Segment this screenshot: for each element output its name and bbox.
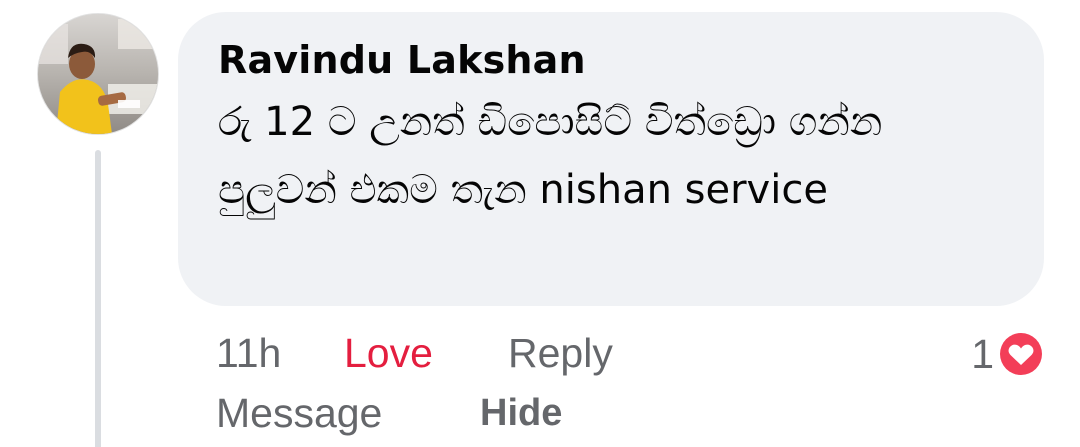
- avatar-photo: [38, 14, 158, 134]
- reaction-count: 1: [971, 330, 994, 377]
- love-button[interactable]: Love: [344, 326, 433, 380]
- avatar[interactable]: [38, 14, 158, 134]
- hide-button[interactable]: Hide: [480, 386, 562, 440]
- comment-actions: 11h Love Reply 1: [216, 326, 1046, 386]
- message-button[interactable]: Message: [216, 386, 382, 440]
- reaction-summary[interactable]: 1: [971, 328, 1046, 380]
- thread-line: [95, 150, 101, 447]
- comment-bubble: Ravindu Lakshan රු 12 ට උනත් ඩිපොසිට් වි…: [178, 12, 1044, 306]
- love-heart-icon: [997, 330, 1045, 378]
- comment-actions-secondary: Message Hide: [216, 386, 816, 442]
- comment-author[interactable]: Ravindu Lakshan: [218, 34, 1006, 86]
- comment-text: රු 12 ට උනත් ඩිපොසිට් විත්ඩ්‍රො ගන්න පුල…: [218, 99, 883, 213]
- reply-button[interactable]: Reply: [508, 326, 613, 380]
- comment-timestamp[interactable]: 11h: [216, 326, 281, 380]
- comment-container: Ravindu Lakshan රු 12 ට උනත් ඩිපොසිට් වි…: [0, 0, 1080, 447]
